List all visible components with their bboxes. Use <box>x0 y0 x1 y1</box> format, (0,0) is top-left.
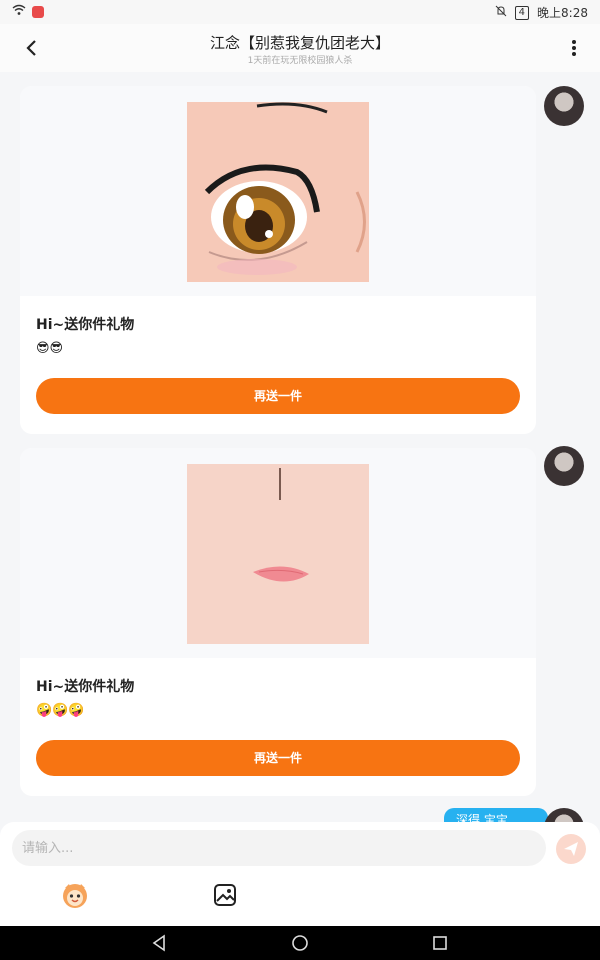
message-emojis: 🤪🤪🤪 <box>36 703 85 718</box>
mute-icon <box>495 5 507 20</box>
anime-eye-gift-image[interactable] <box>187 102 369 282</box>
battery-icon: 4 <box>514 5 530 20</box>
more-vertical-icon[interactable] <box>560 34 588 62</box>
resend-gift-button[interactable]: 再送一件 <box>36 740 520 776</box>
image-icon[interactable] <box>212 882 238 908</box>
status-time: 晚上8:28 <box>537 6 588 20</box>
home-circle-icon[interactable] <box>291 934 309 952</box>
sender-avatar[interactable] <box>544 86 584 126</box>
gift-message-card: Hi~送你件礼物 😎😎 再送一件 <box>20 86 536 434</box>
emoji-face-icon[interactable] <box>60 880 90 910</box>
wifi-icon <box>12 4 26 19</box>
message-text: Hi~送你件礼物 <box>36 317 135 333</box>
status-bar: 4 晚上8:28 <box>0 0 600 24</box>
gift-image-area <box>20 86 536 296</box>
system-nav-bar <box>0 926 600 960</box>
chat-subtitle: 1天前在玩无限校园狼人杀 <box>247 56 353 66</box>
message-emojis: 😎😎 <box>36 341 64 356</box>
chat-message-list[interactable]: Hi~送你件礼物 😎😎 再送一件 Hi~送你件礼物 🤪🤪🤪 再送一件 深得 宝宝 <box>0 72 600 824</box>
back-triangle-icon[interactable] <box>150 934 168 952</box>
recents-square-icon[interactable] <box>431 934 449 952</box>
message-input[interactable] <box>12 830 546 866</box>
chat-header: 江念【别惹我复仇团老大】 1天前在玩无限校园狼人杀 <box>0 24 600 72</box>
resend-gift-button[interactable]: 再送一件 <box>36 378 520 414</box>
gift-image-area <box>20 448 536 658</box>
anime-mouth-gift-image[interactable] <box>187 464 369 644</box>
chat-title: 江念【别惹我复仇团老大】 <box>209 34 390 52</box>
message-text: Hi~送你件礼物 <box>36 679 135 695</box>
gift-message-card: Hi~送你件礼物 🤪🤪🤪 再送一件 <box>20 448 536 796</box>
sender-avatar[interactable] <box>544 446 584 486</box>
send-icon[interactable] <box>556 834 586 864</box>
input-bar <box>0 822 600 926</box>
app-notification-icon <box>32 5 44 18</box>
